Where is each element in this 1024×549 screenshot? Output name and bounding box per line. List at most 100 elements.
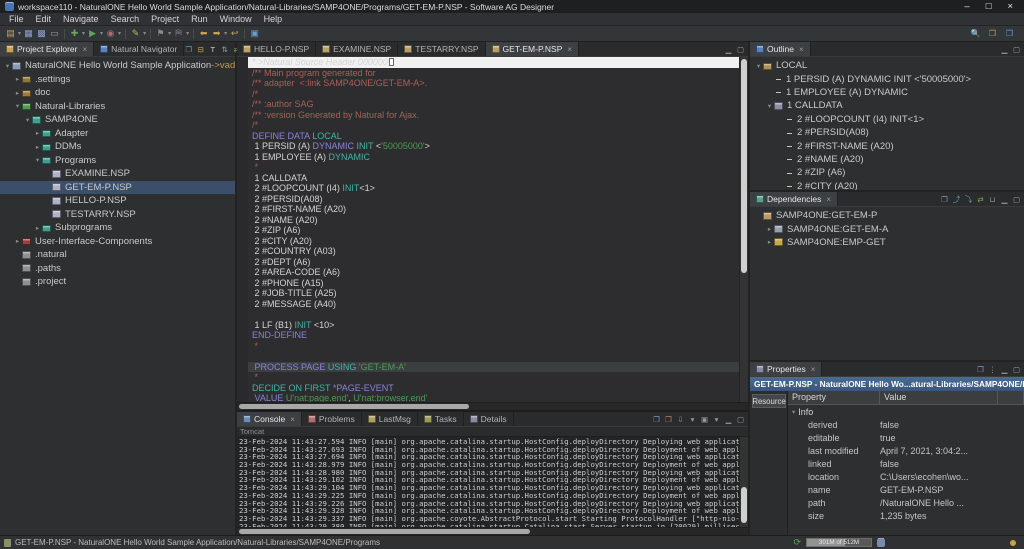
maximize-view-icon[interactable]: ▢ [1012,365,1021,374]
toolbar-save-all-icon[interactable]: ▩ [35,27,48,40]
properties-tool-icon[interactable]: ❐ [976,365,985,374]
tab-project-explorer[interactable]: Project Explorer× [0,42,94,56]
collapse-arrow-icon[interactable]: ▾ [792,408,795,416]
code-line[interactable]: 2 #ZIP (A6) [248,225,739,236]
tree-item-settings[interactable]: ▸.settings [0,73,235,87]
maximize-view-icon[interactable]: ▢ [736,45,745,54]
menu-project[interactable]: Project [145,14,185,24]
property-row-last-modified[interactable]: last modifiedApril 7, 2021, 3:04:2... [788,444,1024,457]
code-line[interactable]: DEFINE DATA LOCAL [248,131,739,142]
dropdown-caret-icon[interactable]: ▾ [100,30,103,37]
code-line[interactable]: 2 #PERSID(A08) [248,194,739,205]
dropdown-caret-icon[interactable]: ▾ [186,30,189,37]
dropdown-caret-icon[interactable]: ▾ [18,30,21,37]
code-line[interactable]: * [248,341,739,352]
expand-arrow-icon[interactable]: ▸ [13,237,22,245]
tree-item-natural-libraries[interactable]: ▾Natural-Libraries [0,100,235,114]
dropdown-caret-icon[interactable]: ▾ [168,30,171,37]
tab-get-em-p-nsp[interactable]: GET-EM-P.NSP× [486,42,580,56]
console-tool-icon[interactable]: ❐ [652,415,661,424]
expand-arrow-icon[interactable]: ▸ [765,225,774,233]
minimize-view-icon[interactable]: ▁ [724,45,733,54]
tree-item-hello-p-nsp[interactable]: HELLO-P.NSP [0,194,235,208]
toolbar-save-icon[interactable]: ▦ [22,27,35,40]
code-line[interactable]: 2 #MESSAGE (A40) [248,299,739,310]
menu-window[interactable]: Window [214,14,258,24]
minimize-view-icon[interactable]: ▁ [1000,365,1009,374]
expand-arrow-icon[interactable]: ▸ [33,129,42,137]
outline-item-2-city-a20[interactable]: ‒2 #CITY (A20) [750,180,1024,190]
tab-properties[interactable]: Properties× [750,362,822,376]
expand-arrow-icon[interactable]: ▸ [13,89,22,97]
menu-edit[interactable]: Edit [30,14,58,24]
console-horizontal-scrollbar[interactable] [237,527,748,535]
dropdown-caret-icon[interactable]: ▾ [143,30,146,37]
code-line[interactable]: 2 #FIRST-NAME (A20) [248,204,739,215]
code-line[interactable]: * [248,162,739,173]
console-tool-icon[interactable]: ❒ [664,415,673,424]
toolbar-link-editor-icon[interactable]: ▣ [248,27,261,40]
tab-testarry-nsp[interactable]: TESTARRY.NSP [398,42,485,56]
close-tab-icon[interactable]: × [567,45,572,54]
menu-file[interactable]: File [3,14,30,24]
close-tab-icon[interactable]: × [799,45,804,54]
explorer-tool-icon[interactable]: T [208,45,217,54]
outline-item-1-employee-a-dynamic[interactable]: ‒1 EMPLOYEE (A) DYNAMIC [750,86,1024,99]
search-icon[interactable]: 🔍 [969,27,982,40]
tree-item-naturalone-hello-world-sample-application[interactable]: ▾NaturalONE Hello World Sample Applicati… [0,59,235,73]
dropdown-caret-icon[interactable]: ▾ [82,30,85,37]
outline-item-local[interactable]: ▾LOCAL [750,59,1024,72]
property-row-name[interactable]: nameGET-EM-P.NSP [788,483,1024,496]
dependencies-tool-icon[interactable]: ⤴ [952,194,961,205]
code-line[interactable]: /** Main program generated for [248,68,739,79]
console-vertical-scrollbar[interactable] [739,437,748,527]
toolbar-run-icon[interactable]: ▶ [86,27,99,40]
dependencies-tool-icon[interactable]: ⇄ [976,195,985,204]
tab-tasks[interactable]: Tasks [418,412,464,426]
tree-item-doc[interactable]: ▸doc [0,86,235,100]
close-tab-icon[interactable]: × [290,415,295,424]
tab-dependencies[interactable]: Dependencies× [750,192,838,206]
source-editor[interactable]: * >Natural Source Header 000000/** Main … [237,57,748,402]
tree-item-project[interactable]: .project [0,275,235,289]
code-line[interactable]: 1 CALLDATA [248,173,739,184]
code-line[interactable]: /** adapter <:link SAMP4ONE/GET-EM-A>. [248,78,739,89]
property-row-derived[interactable]: derivedfalse [788,418,1024,431]
code-line[interactable]: END-DEFINE [248,330,739,341]
menu-search[interactable]: Search [105,14,146,24]
code-line[interactable]: 2 #JOB-TITLE (A25) [248,288,739,299]
collapse-arrow-icon[interactable]: ▾ [3,62,12,70]
tree-item-programs[interactable]: ▾Programs [0,154,235,168]
editor-horizontal-scrollbar[interactable] [237,402,748,410]
toolbar-annotation-icon[interactable]: ⚑ [154,27,167,40]
console-tool-icon[interactable]: ⇩ [676,415,685,424]
dropdown-caret-icon[interactable]: ▾ [224,30,227,37]
menu-navigate[interactable]: Navigate [57,14,105,24]
tree-item-testarry-nsp[interactable]: TESTARRY.NSP [0,208,235,222]
collapse-arrow-icon[interactable]: ▾ [23,116,32,124]
code-line[interactable]: * [248,372,739,383]
collapse-arrow-icon[interactable]: ▾ [13,102,22,110]
explorer-tool-icon[interactable]: ⇅ [220,45,229,54]
outline-item-2-first-name-a20[interactable]: ‒2 #FIRST-NAME (A20) [750,139,1024,152]
console-tool-icon[interactable]: ▾ [688,415,697,424]
minimize-view-icon[interactable]: ▁ [1000,45,1009,54]
code-line[interactable]: PROCESS PAGE USING 'GET-EM-A' [248,362,739,373]
dependencies-tool-icon[interactable]: ❐ [940,195,949,204]
tab-problems[interactable]: Problems [302,412,362,426]
property-row-location[interactable]: locationC:\Users\ecohen\wo... [788,470,1024,483]
menu-run[interactable]: Run [185,14,214,24]
expand-arrow-icon[interactable]: ▸ [33,224,42,232]
code-line[interactable] [248,309,739,320]
dependency-item-samp4one-get-em-a[interactable]: ▸SAMP4ONE:GET-EM-A [750,222,1024,235]
notification-icon[interactable] [1010,540,1016,546]
code-line[interactable]: 2 #DEPT (A6) [248,257,739,268]
tab-examine-nsp[interactable]: EXAMINE.NSP [316,42,398,56]
tab-outline[interactable]: Outline× [750,42,811,56]
explorer-tool-icon[interactable]: ⊟ [196,45,205,54]
tree-item-paths[interactable]: .paths [0,262,235,276]
tab-lastmsg[interactable]: LastMsg [362,412,418,426]
perspective-natural-icon[interactable]: ❒ [1003,27,1016,40]
collapse-arrow-icon[interactable]: ▾ [33,156,42,164]
dependencies-tool-icon[interactable]: ⊔ [988,195,997,204]
